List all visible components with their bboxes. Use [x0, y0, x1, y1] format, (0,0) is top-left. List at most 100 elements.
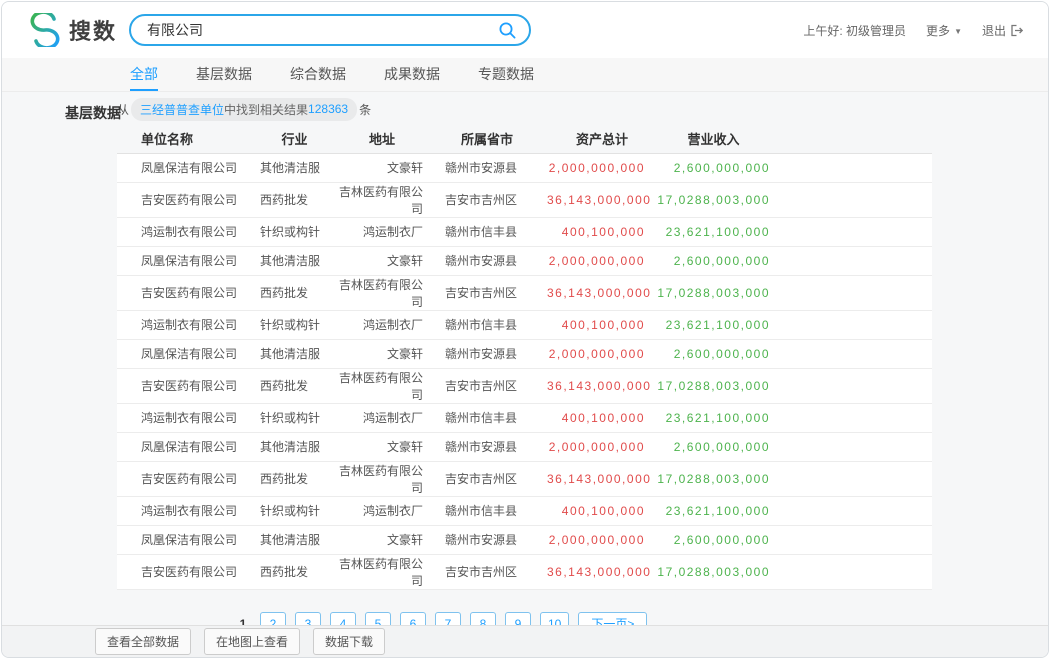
search-box[interactable] — [129, 14, 531, 46]
page-button-7[interactable]: 7 — [435, 612, 461, 626]
cell-unit-name: 凤凰保洁有限公司 — [117, 432, 252, 461]
cell-unit-name: 鸿运制衣有限公司 — [117, 310, 252, 339]
page-button-5[interactable]: 5 — [365, 612, 391, 626]
header: 搜数 上午好: 初级管理员 更多 ▼ 退出 — [2, 2, 1048, 58]
column-header-region: 所属省市 — [427, 124, 547, 153]
cell-address: 吉林医药有限公司 — [337, 461, 427, 496]
cell-unit-name: 鸿运制衣有限公司 — [117, 217, 252, 246]
table-row: 鸿运制衣有限公司针织或构针鸿运制衣厂赣州市信丰县400,100,00023,62… — [117, 403, 932, 432]
cell-region: 吉安市吉州区 — [427, 275, 547, 310]
cell-region: 赣州市信丰县 — [427, 217, 547, 246]
cell-region: 赣州市信丰县 — [427, 310, 547, 339]
cell-operating-income: 17,0288,003,000 — [657, 554, 932, 589]
app-window: 搜数 上午好: 初级管理员 更多 ▼ 退出 — [1, 1, 1049, 658]
cell-industry: 西药批发 — [252, 182, 337, 217]
table-head: 单位名称行业地址所属省市资产总计营业收入 — [117, 124, 932, 153]
table-row: 凤凰保洁有限公司其他清洁服文豪轩赣州市安源县2,000,000,0002,600… — [117, 339, 932, 368]
page-button-9[interactable]: 9 — [505, 612, 531, 626]
tab-achievement-data[interactable]: 成果数据 — [384, 58, 440, 91]
tab-all[interactable]: 全部 — [130, 58, 158, 91]
more-menu[interactable]: 更多 ▼ — [926, 22, 962, 39]
cell-address: 文豪轩 — [337, 432, 427, 461]
section-label: 基层数据 — [65, 103, 121, 123]
tab-base-data[interactable]: 基层数据 — [196, 58, 252, 91]
cell-region: 赣州市信丰县 — [427, 496, 547, 525]
cell-unit-name: 吉安医药有限公司 — [117, 275, 252, 310]
cell-total-assets: 2,000,000,000 — [547, 246, 657, 275]
table-row: 凤凰保洁有限公司其他清洁服文豪轩赣州市安源县2,000,000,0002,600… — [117, 153, 932, 182]
page-button-3[interactable]: 3 — [295, 612, 321, 626]
cell-address: 文豪轩 — [337, 339, 427, 368]
results-table: 单位名称行业地址所属省市资产总计营业收入 凤凰保洁有限公司其他清洁服文豪轩赣州市… — [117, 124, 932, 590]
cell-total-assets: 2,000,000,000 — [547, 339, 657, 368]
result-summary: 从 三经普普查单位 中找到相关结果 128363 条 — [117, 98, 932, 120]
cell-industry: 其他清洁服 — [252, 246, 337, 275]
pagination: 123456789 10 下一页> — [235, 612, 932, 626]
table-row: 吉安医药有限公司西药批发吉林医药有限公司吉安市吉州区36,143,000,000… — [117, 182, 932, 217]
logout-button[interactable]: 退出 — [982, 22, 1024, 39]
logo: 搜数 — [28, 13, 117, 47]
cell-address: 鸿运制衣厂 — [337, 403, 427, 432]
result-mid-text: 中找到相关结果 — [224, 101, 308, 118]
cell-industry: 针织或构针 — [252, 403, 337, 432]
cell-unit-name: 凤凰保洁有限公司 — [117, 153, 252, 182]
cell-total-assets: 36,143,000,000 — [547, 554, 657, 589]
cell-unit-name: 吉安医药有限公司 — [117, 368, 252, 403]
cell-unit-name: 吉安医药有限公司 — [117, 182, 252, 217]
cell-region: 赣州市安源县 — [427, 432, 547, 461]
cell-industry: 其他清洁服 — [252, 339, 337, 368]
page-current: 1 — [235, 617, 251, 626]
cell-operating-income: 23,621,100,000 — [657, 496, 932, 525]
table-header-row: 单位名称行业地址所属省市资产总计营业收入 — [117, 124, 932, 153]
cell-region: 赣州市安源县 — [427, 339, 547, 368]
cell-total-assets: 36,143,000,000 — [547, 461, 657, 496]
cell-operating-income: 17,0288,003,000 — [657, 368, 932, 403]
tab-comprehensive-data[interactable]: 综合数据 — [290, 58, 346, 91]
page-button-6[interactable]: 6 — [400, 612, 426, 626]
table-row: 鸿运制衣有限公司针织或构针鸿运制衣厂赣州市信丰县400,100,00023,62… — [117, 217, 932, 246]
cell-operating-income: 2,600,000,000 — [657, 525, 932, 554]
download-data-button[interactable]: 数据下载 — [313, 628, 385, 655]
cell-operating-income: 17,0288,003,000 — [657, 182, 932, 217]
brand-name: 搜数 — [69, 14, 117, 46]
page-button-4[interactable]: 4 — [330, 612, 356, 626]
cell-total-assets: 36,143,000,000 — [547, 368, 657, 403]
cell-unit-name: 吉安医药有限公司 — [117, 461, 252, 496]
cell-unit-name: 鸿运制衣有限公司 — [117, 496, 252, 525]
cell-unit-name: 鸿运制衣有限公司 — [117, 403, 252, 432]
page-button-2[interactable]: 2 — [260, 612, 286, 626]
footer-toolbar: 查看全部数据在地图上查看数据下载 — [2, 625, 1048, 657]
search-input[interactable] — [147, 22, 498, 38]
column-header-operating-income: 营业收入 — [657, 124, 932, 153]
cell-region: 赣州市信丰县 — [427, 403, 547, 432]
page-button-10[interactable]: 10 — [540, 612, 569, 626]
cell-operating-income: 23,621,100,000 — [657, 310, 932, 339]
cell-address: 鸿运制衣厂 — [337, 310, 427, 339]
logout-icon — [1010, 24, 1024, 37]
view-all-data-button[interactable]: 查看全部数据 — [95, 628, 191, 655]
table-row: 吉安医药有限公司西药批发吉林医药有限公司吉安市吉州区36,143,000,000… — [117, 461, 932, 496]
table-row: 凤凰保洁有限公司其他清洁服文豪轩赣州市安源县2,000,000,0002,600… — [117, 246, 932, 275]
cell-total-assets: 2,000,000,000 — [547, 432, 657, 461]
search-icon[interactable] — [498, 21, 517, 40]
table-row: 凤凰保洁有限公司其他清洁服文豪轩赣州市安源县2,000,000,0002,600… — [117, 432, 932, 461]
cell-operating-income: 2,600,000,000 — [657, 153, 932, 182]
result-count: 128363 — [308, 102, 348, 116]
cell-operating-income: 17,0288,003,000 — [657, 461, 932, 496]
page-button-8[interactable]: 8 — [470, 612, 496, 626]
view-on-map-button[interactable]: 在地图上查看 — [204, 628, 300, 655]
table-row: 鸿运制衣有限公司针织或构针鸿运制衣厂赣州市信丰县400,100,00023,62… — [117, 496, 932, 525]
tab-topic-data[interactable]: 专题数据 — [478, 58, 534, 91]
cell-region: 赣州市安源县 — [427, 153, 547, 182]
cell-total-assets: 36,143,000,000 — [547, 182, 657, 217]
table-row: 吉安医药有限公司西药批发吉林医药有限公司吉安市吉州区36,143,000,000… — [117, 368, 932, 403]
next-page-button[interactable]: 下一页> — [578, 612, 647, 626]
result-suffix: 条 — [359, 101, 371, 118]
source-link[interactable]: 三经普普查单位 — [140, 101, 224, 118]
cell-industry: 其他清洁服 — [252, 432, 337, 461]
brand-logo-icon — [28, 13, 62, 47]
table-body: 凤凰保洁有限公司其他清洁服文豪轩赣州市安源县2,000,000,0002,600… — [117, 153, 932, 589]
cell-unit-name: 凤凰保洁有限公司 — [117, 525, 252, 554]
cell-operating-income: 2,600,000,000 — [657, 432, 932, 461]
cell-address: 鸿运制衣厂 — [337, 217, 427, 246]
